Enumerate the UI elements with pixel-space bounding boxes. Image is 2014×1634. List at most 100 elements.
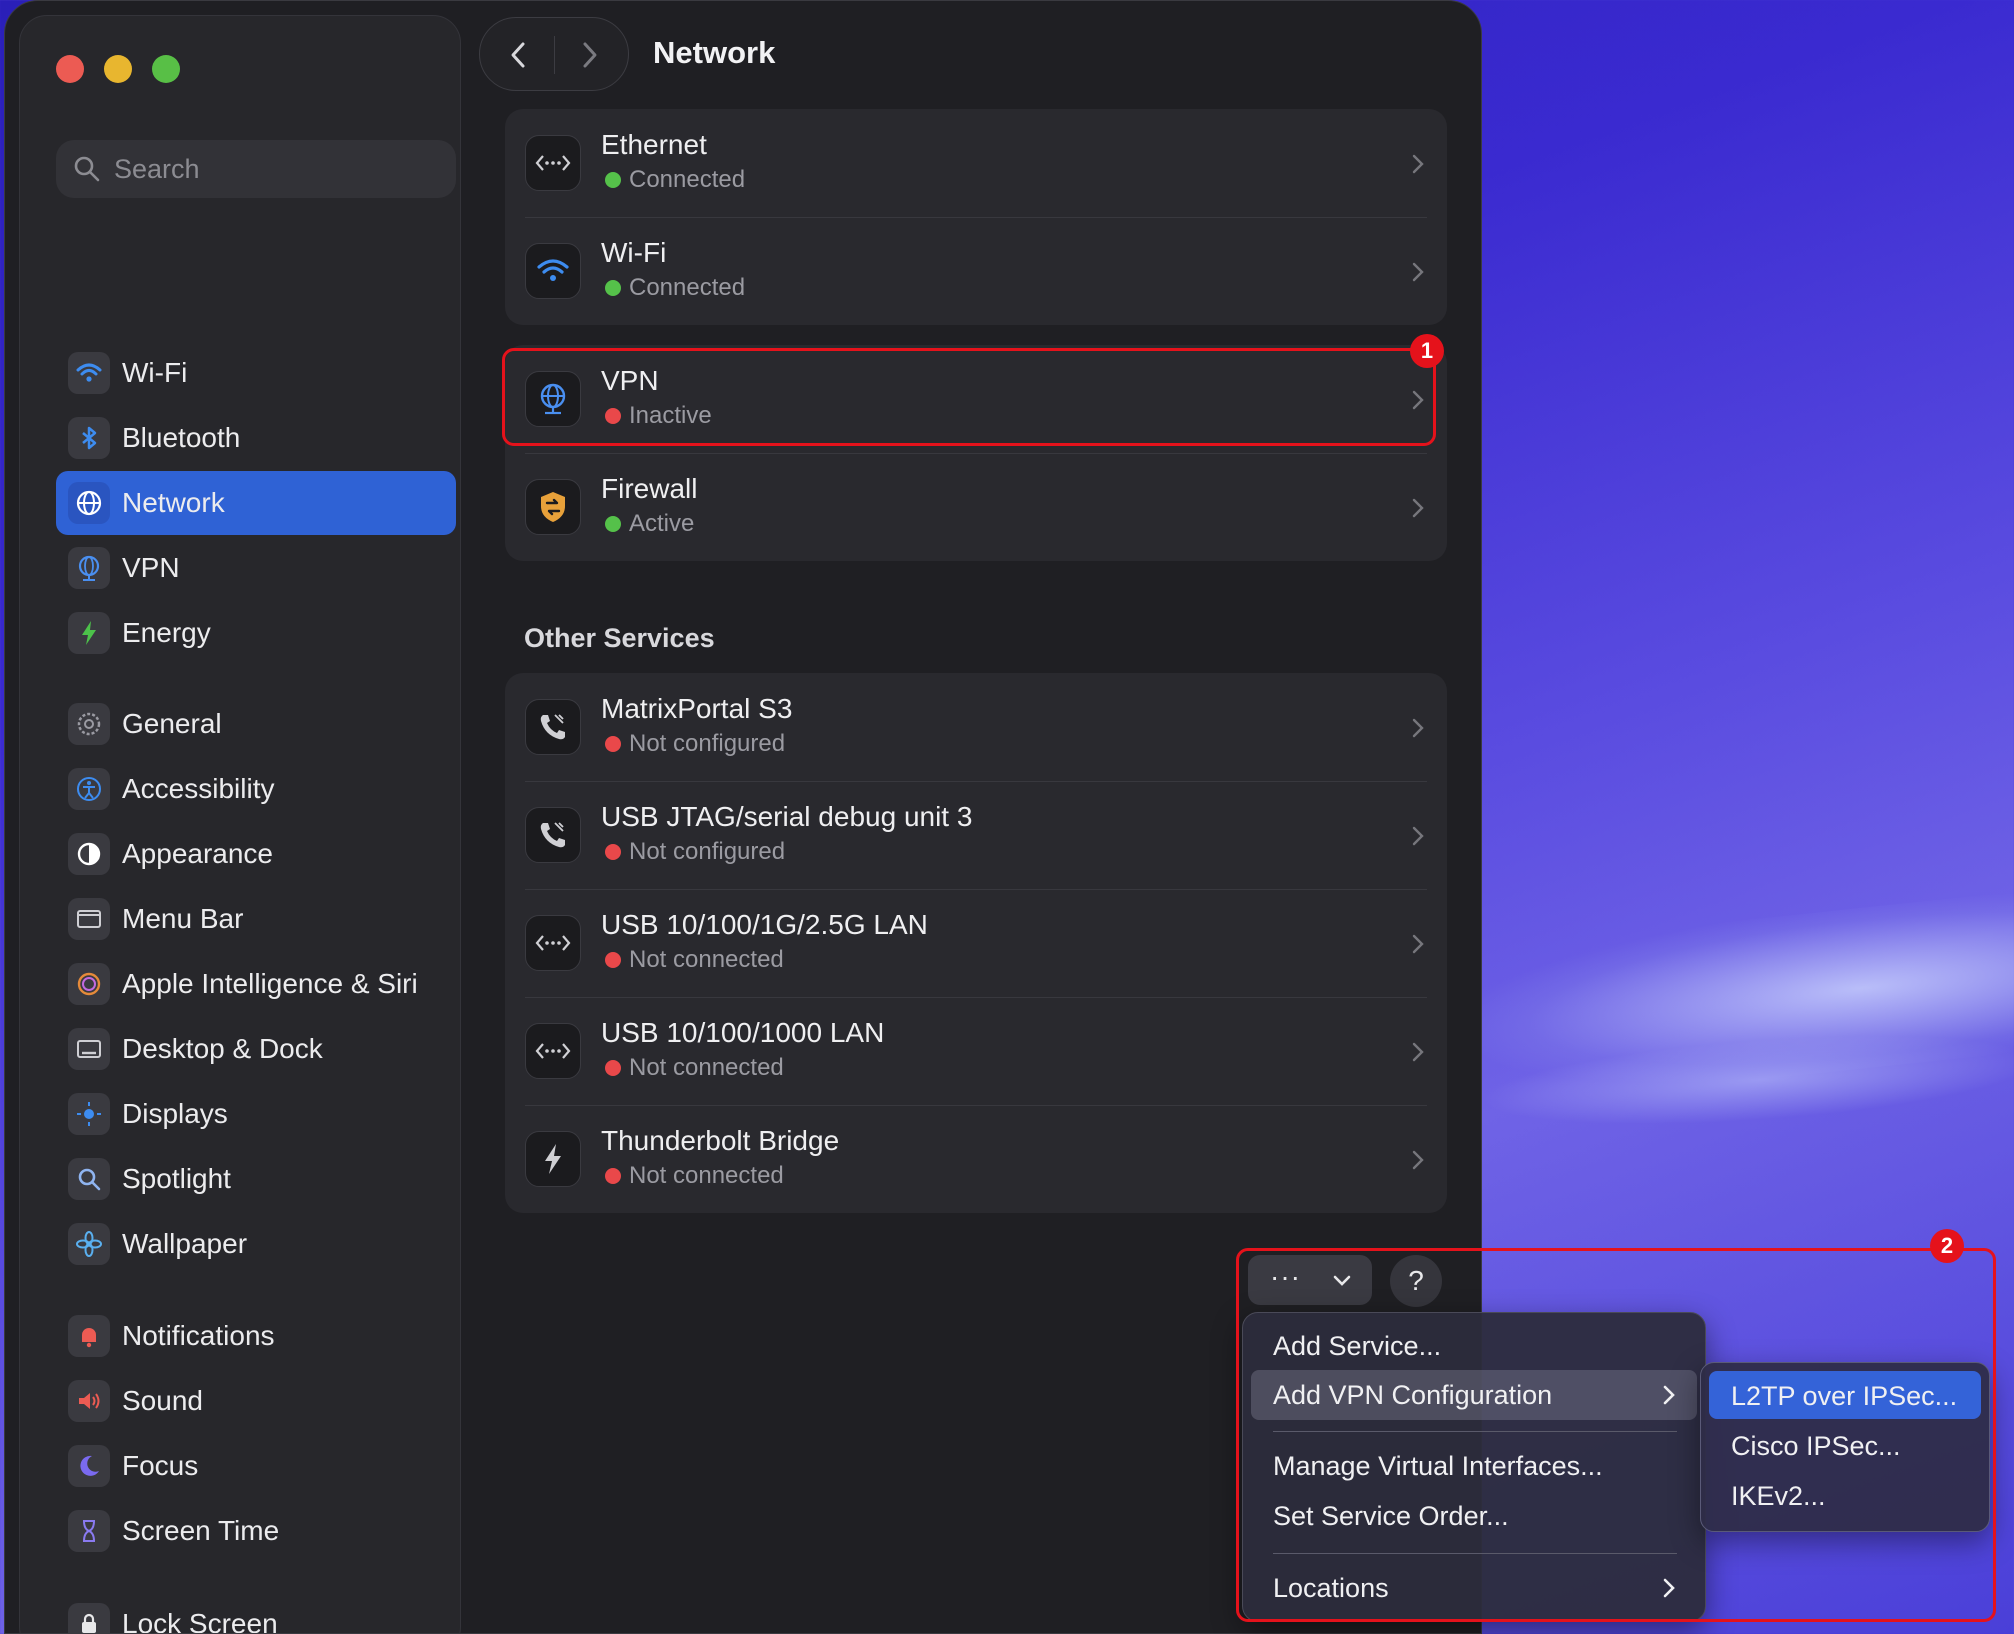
chevron-right-icon (1412, 718, 1424, 738)
close-window-button[interactable] (56, 55, 84, 83)
wifi-icon (68, 352, 110, 394)
chevron-right-icon (1412, 262, 1424, 282)
sidebar-item-network[interactable]: Network (56, 471, 456, 535)
service-name: Firewall (601, 473, 698, 504)
service-name: Ethernet (601, 129, 707, 160)
forward-icon[interactable] (572, 38, 606, 72)
service-row-wifi[interactable]: Wi-Fi Connected (505, 217, 1447, 325)
annotation-badge: 1 (1410, 334, 1444, 368)
sidebar-item-screen-time[interactable]: Screen Time (56, 1499, 456, 1563)
service-status: Not connected (629, 1054, 784, 1081)
sidebar-item-bluetooth[interactable]: Bluetooth (56, 406, 456, 470)
bolt-icon (68, 612, 110, 654)
sidebar-item-menu-bar[interactable]: Menu Bar (56, 887, 456, 951)
firewall-shield-icon (525, 479, 581, 535)
menubar-icon (68, 898, 110, 940)
phone-modem-icon (525, 807, 581, 863)
sidebar-item-energy[interactable]: Energy (56, 601, 456, 665)
ethernet-icon (525, 135, 581, 191)
sidebar-item-notifications[interactable]: Notifications (56, 1304, 456, 1368)
sidebar-item-label: Sound (122, 1385, 203, 1416)
sidebar-item-label: Network (122, 487, 225, 518)
chevron-right-icon (1412, 826, 1424, 846)
service-row-usb-1000-lan[interactable]: USB 10/100/1000 LAN Not connected (505, 997, 1447, 1105)
sidebar-item-focus[interactable]: Focus (56, 1434, 456, 1498)
sidebar-item-label: Notifications (122, 1320, 275, 1351)
gear-icon (68, 703, 110, 745)
sidebar-item-label: General (122, 708, 222, 739)
chevron-right-icon (1412, 934, 1424, 954)
services-group-other: MatrixPortal S3 Not configured USB JTAG/… (505, 673, 1447, 1213)
service-name: MatrixPortal S3 (601, 693, 793, 724)
status-dot-green (605, 516, 621, 532)
service-row-usb-2-5g-lan[interactable]: USB 10/100/1G/2.5G LAN Not connected (505, 889, 1447, 997)
moon-icon (68, 1445, 110, 1487)
sidebar-item-apple-intelligence-siri[interactable]: Apple Intelligence & Siri (56, 952, 456, 1016)
service-row-thunderbolt-bridge[interactable]: Thunderbolt Bridge Not connected (505, 1105, 1447, 1213)
page-title: Network (653, 35, 776, 70)
appearance-icon (68, 833, 110, 875)
service-status: Not configured (629, 730, 786, 757)
service-name: USB 10/100/1000 LAN (601, 1017, 885, 1048)
sidebar-item-general[interactable]: General (56, 692, 456, 756)
sidebar-item-lock-screen[interactable]: Lock Screen (56, 1592, 456, 1634)
sidebar-item-label: Menu Bar (122, 903, 244, 934)
service-status: Not connected (629, 946, 784, 973)
sidebar-item-desktop-dock[interactable]: Desktop & Dock (56, 1017, 456, 1081)
globe-icon (68, 482, 110, 524)
annotation-badge: 2 (1930, 1229, 1964, 1263)
back-icon[interactable] (502, 38, 536, 72)
sidebar-item-displays[interactable]: Displays (56, 1082, 456, 1146)
zoom-window-button[interactable] (152, 55, 180, 83)
search-input[interactable]: Search (56, 140, 456, 198)
sidebar-item-label: Energy (122, 617, 211, 648)
flower-icon (68, 1223, 110, 1265)
ethernet-icon (525, 915, 581, 971)
services-group-primary: Ethernet Connected Wi-Fi Connected (505, 109, 1447, 325)
vpn-globe-icon (68, 547, 110, 589)
service-row-usb-jtag[interactable]: USB JTAG/serial debug unit 3 Not configu… (505, 781, 1447, 889)
bell-icon (68, 1315, 110, 1357)
service-name: USB 10/100/1G/2.5G LAN (601, 909, 928, 940)
sidebar-item-wallpaper[interactable]: Wallpaper (56, 1212, 456, 1276)
ethernet-icon (525, 1023, 581, 1079)
accessibility-icon (68, 768, 110, 810)
lock-icon (68, 1603, 110, 1633)
sidebar-item-spotlight[interactable]: Spotlight (56, 1147, 456, 1211)
service-row-firewall[interactable]: Firewall Active (505, 453, 1447, 561)
sidebar-item-appearance[interactable]: Appearance (56, 822, 456, 886)
minimize-window-button[interactable] (104, 55, 132, 83)
sidebar-item-label: Desktop & Dock (122, 1033, 323, 1064)
status-dot-red (605, 1168, 621, 1184)
sidebar-item-label: Apple Intelligence & Siri (122, 968, 418, 999)
service-name: Wi-Fi (601, 237, 667, 268)
sidebar: Search Wi-Fi Bluetooth Network VPN Energ… (19, 15, 461, 1634)
status-dot-green (605, 280, 621, 296)
sun-icon (68, 1093, 110, 1135)
dock-icon (68, 1028, 110, 1070)
sidebar-item-wifi[interactable]: Wi-Fi (56, 341, 456, 405)
sidebar-item-label: Displays (122, 1098, 228, 1129)
sidebar-item-accessibility[interactable]: Accessibility (56, 757, 456, 821)
service-row-ethernet[interactable]: Ethernet Connected (505, 109, 1447, 217)
sidebar-item-vpn[interactable]: VPN (56, 536, 456, 600)
service-name: Thunderbolt Bridge (601, 1125, 840, 1156)
siri-icon (68, 963, 110, 1005)
status-dot-red (605, 952, 621, 968)
search-placeholder: Search (114, 154, 200, 184)
service-row-matrixportal[interactable]: MatrixPortal S3 Not configured (505, 673, 1447, 781)
history-nav (479, 17, 629, 91)
service-status: Connected (629, 166, 746, 193)
thunderbolt-icon (525, 1131, 581, 1187)
service-name: USB JTAG/serial debug unit 3 (601, 801, 973, 832)
sidebar-item-label: Lock Screen (122, 1608, 278, 1634)
chevron-right-icon (1412, 1042, 1424, 1062)
sidebar-item-label: Focus (122, 1450, 199, 1481)
sidebar-item-label: Appearance (122, 838, 274, 869)
bluetooth-icon (68, 417, 110, 459)
chevron-right-icon (1412, 1150, 1424, 1170)
annotation-highlight-menu (1236, 1248, 1996, 1622)
sidebar-item-sound[interactable]: Sound (56, 1369, 456, 1433)
sidebar-item-label: Wi-Fi (122, 357, 188, 388)
phone-modem-icon (525, 699, 581, 755)
